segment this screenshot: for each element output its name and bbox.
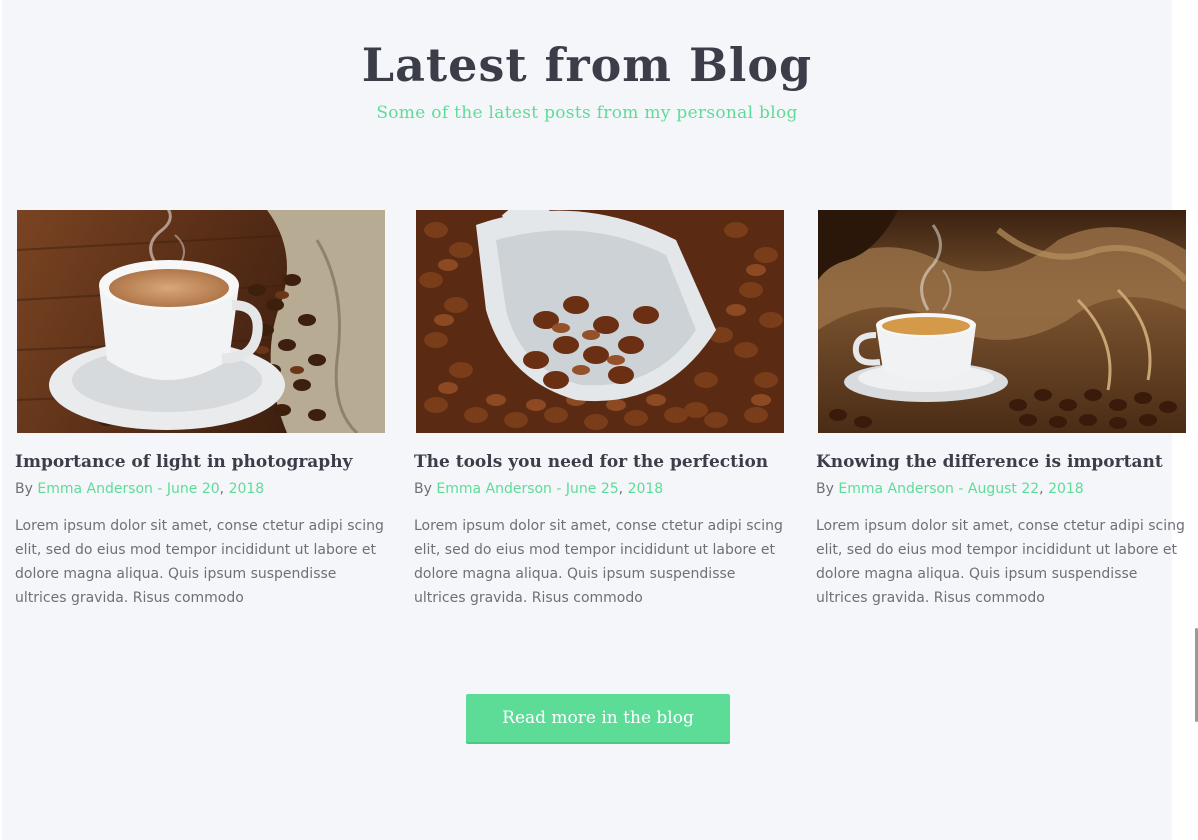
post-meta: By Emma Anderson - August 22, 2018 bbox=[816, 481, 1196, 497]
author-link[interactable]: Emma Anderson bbox=[838, 481, 954, 497]
meta-separator: - bbox=[556, 481, 562, 497]
post-meta: By Emma Anderson - June 25, 2018 bbox=[414, 481, 794, 497]
post-excerpt: Lorem ipsum dolor sit amet, conse ctetur… bbox=[414, 518, 783, 606]
post-excerpt: Lorem ipsum dolor sit amet, conse ctetur… bbox=[15, 518, 384, 606]
year-link[interactable]: 2018 bbox=[1048, 481, 1084, 497]
year-link[interactable]: 2018 bbox=[628, 481, 664, 497]
by-label: By bbox=[816, 481, 834, 497]
meta-separator: - bbox=[958, 481, 964, 497]
year-link[interactable]: 2018 bbox=[229, 481, 265, 497]
meta-separator: - bbox=[157, 481, 163, 497]
post-title[interactable]: The tools you need for the perfection bbox=[414, 452, 794, 472]
author-link[interactable]: Emma Anderson bbox=[436, 481, 552, 497]
tipped-cup-of-coffee-beans-image[interactable] bbox=[416, 210, 784, 433]
blog-section: Latest from Blog Some of the latest post… bbox=[2, 0, 1186, 840]
date-link[interactable]: June 25 bbox=[566, 481, 619, 497]
date-link[interactable]: August 22 bbox=[968, 481, 1039, 497]
date-comma: , bbox=[1039, 481, 1044, 497]
date-comma: , bbox=[219, 481, 225, 497]
read-more-blog-button[interactable]: Read more in the blog bbox=[466, 694, 730, 742]
post-excerpt: Lorem ipsum dolor sit amet, conse ctetur… bbox=[816, 518, 1185, 606]
date-link[interactable]: June 20 bbox=[167, 481, 220, 497]
by-label: By bbox=[15, 481, 33, 497]
post-meta: By Emma Anderson - June 20, 2018 bbox=[15, 481, 395, 497]
post-title[interactable]: Importance of light in photography bbox=[15, 452, 395, 472]
coffee-cup-on-burlap-image[interactable] bbox=[818, 210, 1186, 433]
post-title[interactable]: Knowing the difference is important bbox=[816, 452, 1196, 472]
date-comma: , bbox=[618, 481, 624, 497]
author-link[interactable]: Emma Anderson bbox=[37, 481, 153, 497]
coffee-cup-with-beans-image[interactable] bbox=[17, 210, 385, 433]
section-title: Latest from Blog bbox=[361, 38, 813, 92]
by-label: By bbox=[414, 481, 432, 497]
section-subtitle: Some of the latest posts from my persona… bbox=[376, 103, 798, 123]
